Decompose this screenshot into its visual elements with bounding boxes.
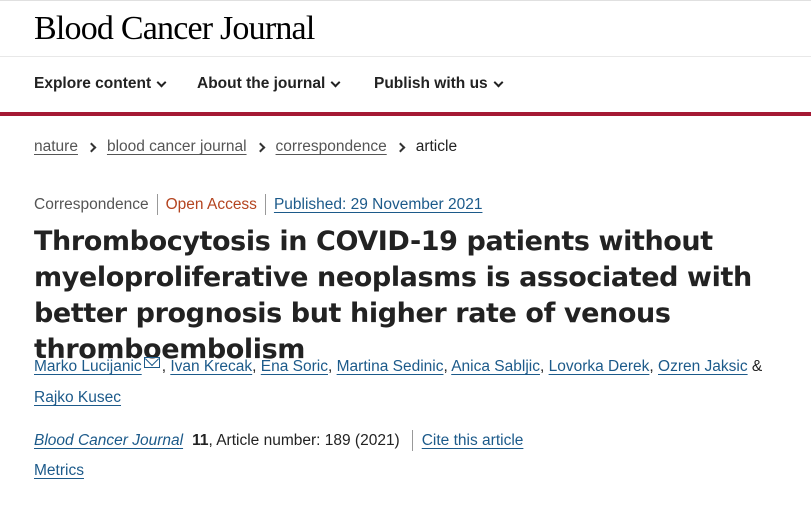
author-separator: ,: [539, 358, 549, 375]
nav-explore-content[interactable]: Explore content: [34, 75, 167, 93]
chevron-down-icon: [330, 77, 341, 87]
chevron-down-icon: [493, 77, 504, 87]
author-separator: ,: [328, 358, 337, 375]
breadcrumb-current: article: [415, 138, 458, 155]
citation-line: Blood Cancer Journal 11 , Article number…: [34, 430, 523, 451]
meta-divider: [156, 194, 158, 215]
main-nav: Explore content About the journal Publis…: [0, 57, 811, 112]
site-header: Blood Cancer Journal: [0, 0, 811, 57]
author-link[interactable]: Ena Soric: [261, 358, 328, 375]
chevron-right-icon: [86, 142, 97, 152]
published-date-link[interactable]: Published: 29 November 2021: [274, 196, 483, 214]
author-link[interactable]: Anica Sabljic: [451, 358, 540, 375]
author-link[interactable]: Marko Lucijanic: [34, 358, 142, 375]
chevron-right-icon: [395, 142, 406, 152]
article-title: Thrombocytosis in COVID-19 patients with…: [34, 226, 752, 365]
breadcrumb-link-journal[interactable]: blood cancer journal: [107, 138, 247, 156]
article-meta: Correspondence Open Access Published: 29…: [34, 194, 482, 215]
author-link[interactable]: Rajko Kusec: [34, 389, 121, 406]
nav-label: About the journal: [197, 75, 326, 92]
meta-divider: [264, 194, 266, 215]
journal-logo[interactable]: Blood Cancer Journal: [34, 10, 315, 48]
breadcrumb-link-nature[interactable]: nature: [34, 138, 78, 156]
cite-article-link[interactable]: Cite this article: [422, 432, 524, 450]
journal-name-link[interactable]: Blood Cancer Journal: [34, 432, 183, 450]
nav-label: Publish with us: [374, 75, 488, 92]
breadcrumb: nature blood cancer journal corresponden…: [34, 138, 457, 156]
chevron-right-icon: [255, 142, 265, 152]
author-separator: &: [747, 358, 763, 375]
chevron-down-icon: [156, 77, 167, 87]
author-link[interactable]: Martina Sedinic: [337, 358, 444, 375]
author-separator: ,: [649, 358, 659, 375]
author-separator: ,: [252, 358, 261, 375]
nav-about-journal[interactable]: About the journal: [197, 75, 341, 93]
accent-divider: [0, 112, 811, 116]
author-link[interactable]: Ozren Jaksic: [658, 358, 748, 375]
breadcrumb-link-correspondence[interactable]: correspondence: [276, 138, 387, 156]
email-icon[interactable]: [143, 357, 160, 368]
article-number: , Article number: 189 (2021): [208, 431, 400, 449]
citation-divider: [411, 430, 413, 451]
open-access-badge: Open Access: [165, 195, 257, 213]
nav-publish-with-us[interactable]: Publish with us: [374, 75, 504, 93]
article-type: Correspondence: [34, 195, 149, 213]
author-link[interactable]: Ivan Krecak: [170, 358, 252, 375]
volume-number: 11: [192, 431, 209, 449]
nav-label: Explore content: [34, 75, 152, 92]
author-link[interactable]: Lovorka Derek: [549, 358, 650, 375]
author-list: Marko Lucijanic, Ivan Krecak, Ena Soric,…: [34, 351, 794, 413]
metrics-link[interactable]: Metrics: [34, 462, 84, 480]
